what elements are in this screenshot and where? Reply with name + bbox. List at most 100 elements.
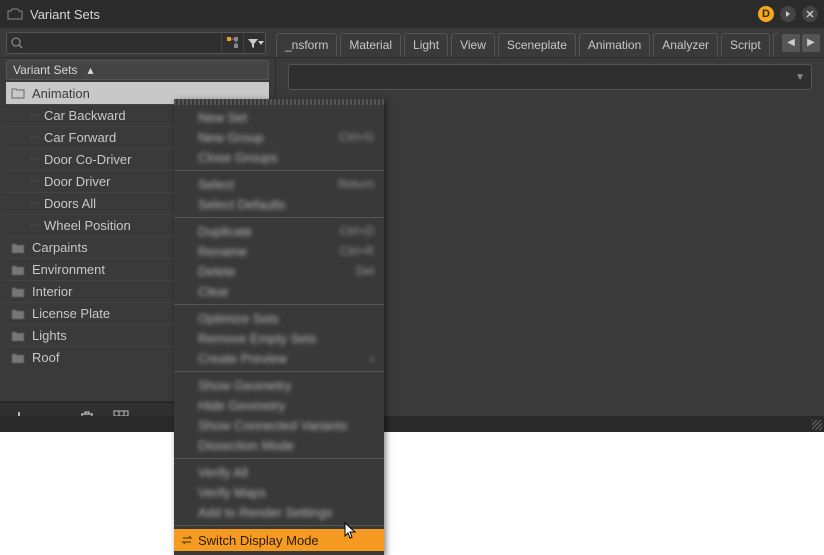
tree-item-label: Car Forward [44,130,116,145]
tree-item-label: Car Backward [44,108,126,123]
app-icon [6,5,24,23]
close-button[interactable] [802,6,818,22]
menu-item-label: Delete [198,264,236,279]
menu-drag-handle[interactable] [174,99,384,105]
menu-item-remove-empty-sets[interactable]: Remove Empty Sets [174,328,384,348]
menu-item-optimize-sets[interactable]: Optimize Sets [174,308,384,328]
variant-sets-window: Variant Sets D _nsformMaterialLi [0,0,824,432]
tab-bar: _nsformMaterialLightViewSceneplateAnimat… [276,28,778,57]
menu-item-dissection-mode[interactable]: Dissection Mode [174,435,384,455]
menu-separator [174,304,384,305]
menu-item-label: Add to Render Settings [198,505,332,520]
d-badge[interactable]: D [758,6,774,22]
tree-folder-label: License Plate [32,306,110,321]
folder-icon [10,242,26,254]
context-menu: New Set New GroupCtrl+G Close Groups Select… [174,99,384,555]
tree-folder-label: Carpaints [32,240,88,255]
folder-icon [10,352,26,364]
menu-item-label: Verify All [198,465,248,480]
tab-view[interactable]: View [451,33,495,57]
filter-icon[interactable] [243,32,265,54]
side-header-label: Variant Sets [13,63,77,77]
main-dropdown[interactable]: ▼ [288,64,812,90]
search-input[interactable] [27,36,221,50]
menu-item-show-geometry[interactable]: Show Geometry [174,375,384,395]
menu-item-switch-display-mode[interactable]: Switch Display Mode [174,529,384,551]
tab-sceneplate[interactable]: Sceneplate [498,33,576,57]
menu-item-label: Optimize Sets [198,311,279,326]
tab-light[interactable]: Light [404,33,448,57]
menu-item-new-group[interactable]: New GroupCtrl+G [174,127,384,147]
search-box[interactable] [6,32,266,54]
tab-material[interactable]: Material [340,33,401,57]
menu-item-add-to-render-settings[interactable]: Add to Render Settings [174,502,384,522]
folder-open-icon [10,87,26,99]
menu-item-clear[interactable]: Clear [174,281,384,301]
menu-item-delete[interactable]: Delete Del [174,261,384,281]
menu-item-verify-maps[interactable]: Verify Maps [174,482,384,502]
menu-item-verify-all[interactable]: Verify All [174,462,384,482]
tree-folder-label: Environment [32,262,105,277]
folder-icon [10,264,26,276]
menu-separator [174,525,384,526]
tree-item-label: Door Co-Driver [44,152,131,167]
tree-item-label: Wheel Position [44,218,131,233]
side-header[interactable]: Variant Sets ▴ [6,60,269,80]
folder-icon [10,308,26,320]
folder-icon [10,330,26,342]
forward-button[interactable] [780,6,796,22]
menu-item-duplicate[interactable]: Duplicate Ctrl+D [174,221,384,241]
menu-item-label: New Set [198,110,247,125]
chevron-down-icon: ▼ [795,72,805,83]
window-title: Variant Sets [30,7,758,22]
menu-item-label: Remove Empty Sets [198,331,317,346]
tab-script[interactable]: Script [721,33,770,57]
menu-item-label: Duplicate [198,224,252,239]
tree-folder-label: Lights [32,328,67,343]
menu-separator [174,458,384,459]
menu-item-label: Create Preview [198,351,287,366]
tree-group-label: Animation [32,86,90,101]
menu-item-label: Close Groups [198,150,277,165]
menu-item-new-set[interactable]: New Set [174,107,384,127]
tab-animation[interactable]: Animation [579,33,650,57]
menu-shortcut: Del [356,264,374,278]
tab-analyzer[interactable]: Analyzer [653,33,718,57]
tree-folder-label: Interior [32,284,72,299]
menu-item-label: Select [198,177,234,192]
tree-item-label: Door Driver [44,174,110,189]
tab-nsform[interactable]: _nsform [276,33,337,57]
toolbar: _nsformMaterialLightViewSceneplateAnimat… [0,28,824,58]
menu-item-create-preview[interactable]: Create Preview [174,348,384,368]
titlebar[interactable]: Variant Sets D [0,0,824,28]
menu-shortcut: Return [338,177,374,191]
resize-grip[interactable] [0,416,824,432]
menu-item-hide-geometry[interactable]: Hide Geometry [174,395,384,415]
menu-item-close-groups[interactable]: Close Groups [174,147,384,167]
menu-separator [174,170,384,171]
menu-item-label: Show Geometry [198,378,291,393]
menu-item-select-defaults[interactable]: Select Defaults [174,194,384,214]
menu-item-rename[interactable]: RenameCtrl+R [174,241,384,261]
menu-item-label: New Group [198,130,264,145]
tree-item-label: Doors All [44,196,96,211]
chevron-up-icon: ▴ [83,63,97,77]
menu-item-label: Verify Maps [198,485,266,500]
menu-item-label: Select Defaults [198,197,285,212]
tabs-scroll-right[interactable]: ▶ [802,34,820,52]
menu-item-label: Switch Display Mode [198,533,319,548]
menu-item-label: Clear [198,284,229,299]
menu-item-label: Dissection Mode [198,438,294,453]
menu-separator [174,217,384,218]
menu-shortcut: Ctrl+R [340,244,374,258]
tabs-scroll-left[interactable]: ◀ [782,34,800,52]
menu-item-select[interactable]: Select Return [174,174,384,194]
menu-item-label: Hide Geometry [198,398,285,413]
folder-icon [10,286,26,298]
menu-shortcut: Ctrl+D [340,224,374,238]
menu-item-label: Show Connected Variants [198,418,347,433]
search-icon [7,36,27,50]
struct-icon[interactable] [221,32,243,54]
switch-icon [180,533,194,547]
menu-item-show-connected-variants[interactable]: Show Connected Variants [174,415,384,435]
